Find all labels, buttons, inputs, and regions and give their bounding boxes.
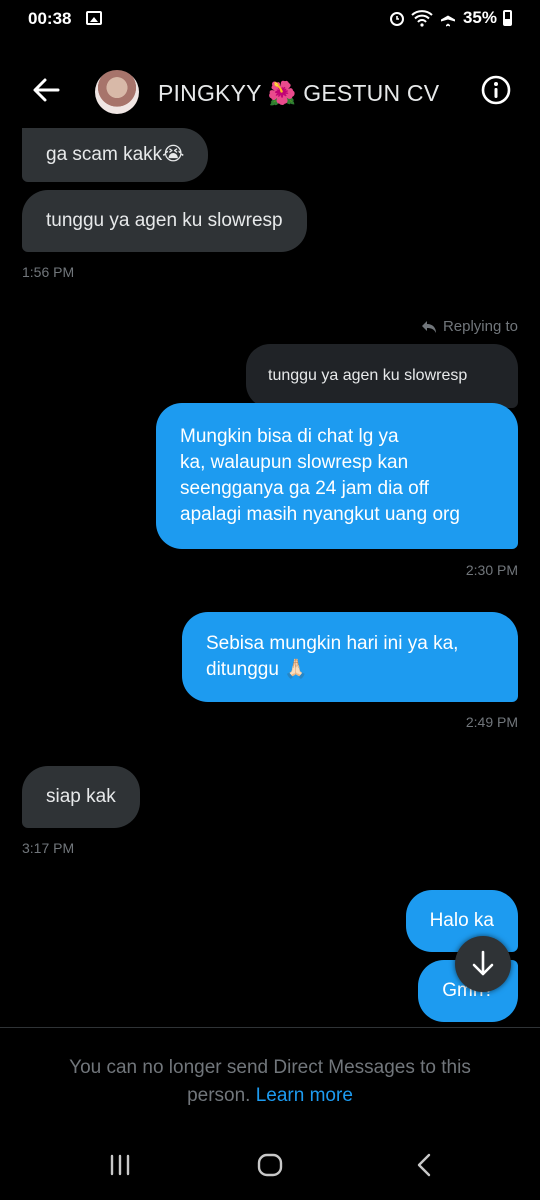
message-text-line: ditunggu 🙏🏻	[206, 659, 308, 680]
status-icons: 35%	[389, 8, 512, 28]
contact-name[interactable]: PINGKYY 🌺 GESTUN CV	[158, 80, 439, 107]
battery-percent: 35%	[462, 8, 497, 27]
message-timestamp: 3:17 PM	[22, 840, 75, 856]
message-text: Halo ka	[429, 910, 494, 931]
message-bubble-incoming[interactable]: siap kak	[22, 766, 140, 828]
replying-to-label: Replying to	[421, 318, 518, 335]
message-timestamp: 2:30 PM	[465, 562, 518, 578]
message-text: siap kak	[46, 786, 116, 807]
quoted-message[interactable]: tunggu ya agen ku slowresp	[246, 344, 518, 408]
conversation-header: PINGKYY 🌺 GESTUN CV	[0, 60, 540, 124]
scroll-to-bottom-button[interactable]	[455, 936, 511, 992]
info-icon[interactable]	[480, 74, 512, 106]
dm-disabled-notice: You can no longer send Direct Messages t…	[40, 1054, 500, 1110]
message-text: ga scam kakk😭	[46, 144, 185, 165]
recents-icon	[110, 1154, 130, 1176]
message-text-line: ka, walaupun slowresp kan	[180, 452, 409, 473]
battery-icon	[503, 10, 512, 26]
image-icon	[86, 11, 102, 25]
home-button[interactable]	[250, 1150, 290, 1180]
message-text-line: Mungkin bisa di chat lg ya	[180, 426, 399, 447]
reply-arrow-icon	[421, 320, 436, 333]
avatar[interactable]	[95, 70, 139, 114]
message-bubble-incoming[interactable]: ga scam kakk😭	[22, 128, 209, 182]
recents-button[interactable]	[100, 1150, 140, 1180]
message-timestamp: 2:49 PM	[465, 714, 518, 730]
message-bubble-incoming[interactable]: tunggu ya agen ku slowresp	[22, 190, 307, 252]
quoted-text: tunggu ya agen ku slowresp	[268, 367, 468, 384]
airplane-icon	[440, 9, 455, 27]
message-bubble-outgoing[interactable]: Sebisa mungkin hari ini ya ka, ditunggu …	[182, 612, 518, 702]
back-arrow-icon[interactable]	[28, 72, 64, 108]
status-bar: 00:38 35%	[0, 0, 540, 40]
divider	[0, 1027, 540, 1028]
home-icon	[257, 1153, 283, 1177]
message-text-line: apalagi masih nyangkut uang org	[180, 504, 460, 525]
message-text-line: Sebisa mungkin hari ini ya ka,	[206, 633, 459, 654]
alarm-icon	[389, 12, 404, 26]
message-timestamp: 1:56 PM	[22, 264, 75, 280]
arrow-down-icon	[472, 950, 494, 976]
message-text-line: seengganya ga 24 jam dia off	[180, 478, 429, 499]
replying-to-text: Replying to	[442, 318, 518, 335]
nav-back-button[interactable]	[404, 1150, 444, 1180]
back-icon	[417, 1153, 431, 1177]
learn-more-link[interactable]: Learn more	[256, 1085, 353, 1106]
message-bubble-outgoing[interactable]: Mungkin bisa di chat lg ya ka, walaupun …	[156, 403, 518, 549]
message-text: tunggu ya agen ku slowresp	[46, 210, 283, 231]
status-time: 00:38	[28, 9, 72, 28]
message-list[interactable]: ga scam kakk😭 tunggu ya agen ku slowresp…	[0, 128, 540, 1026]
wifi-icon	[411, 10, 433, 27]
system-nav-bar	[0, 1130, 540, 1200]
